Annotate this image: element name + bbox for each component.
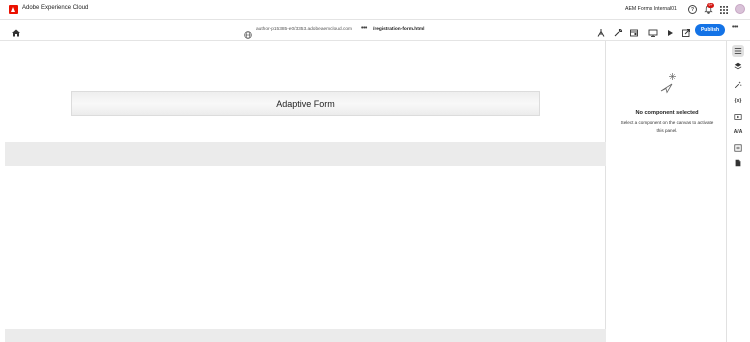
form-footer-band[interactable] [5,329,606,342]
publish-button[interactable]: Publish [695,24,725,36]
desktop-preview-icon[interactable] [648,25,658,37]
page-path[interactable]: /registration-form.html [373,27,424,32]
url-more-button[interactable]: ••• [361,25,367,32]
empty-state-description: Select a component on the canvas to acti… [620,120,714,133]
form-title[interactable]: Adaptive Form [71,91,540,116]
globe-icon [244,26,252,39]
empty-state-title: No component selected [635,110,699,116]
variables-icon[interactable]: {x} [732,95,744,107]
translation-label: A/A [733,129,743,135]
right-rail: {x} A/A [727,41,750,342]
document-icon[interactable] [732,157,744,169]
wrench-icon[interactable] [613,25,623,37]
avatar[interactable] [735,4,745,14]
apps-grid-icon[interactable] [719,5,728,14]
form-container-band[interactable] [5,142,606,166]
form-data-icon[interactable] [732,142,744,154]
magic-wand-icon[interactable] [732,79,744,91]
global-header: Adobe Experience Cloud AEM Forms Interna… [0,0,750,20]
layers-icon[interactable] [732,60,744,72]
more-actions-button[interactable]: ••• [732,24,738,31]
editor-toolbar: author-p15385-e0/3353.adobeaemcloud.com … [0,20,750,41]
translation-icon[interactable]: A/A [732,126,744,138]
cursor-sparkle-icon [657,71,679,99]
properties-icon[interactable] [732,45,744,57]
rule-editor-icon[interactable] [629,25,639,37]
org-switcher[interactable]: AEM Forms Internal01 [625,6,677,12]
play-icon[interactable] [665,25,675,36]
properties-panel: No component selected Select a component… [607,41,727,342]
help-icon[interactable]: ? [688,5,697,14]
branch-icon[interactable] [596,25,606,37]
notification-badge: 9+ [707,3,714,8]
form-canvas[interactable]: Adaptive Form [5,41,606,342]
adobe-logo-icon[interactable] [9,5,18,14]
variables-label: {x} [734,98,742,104]
video-icon[interactable] [732,111,744,123]
brand-name[interactable]: Adobe Experience Cloud [22,5,88,11]
open-external-icon[interactable] [681,25,691,37]
home-icon[interactable] [11,25,21,37]
page-url[interactable]: author-p15385-e0/3353.adobeaemcloud.com [256,27,352,32]
